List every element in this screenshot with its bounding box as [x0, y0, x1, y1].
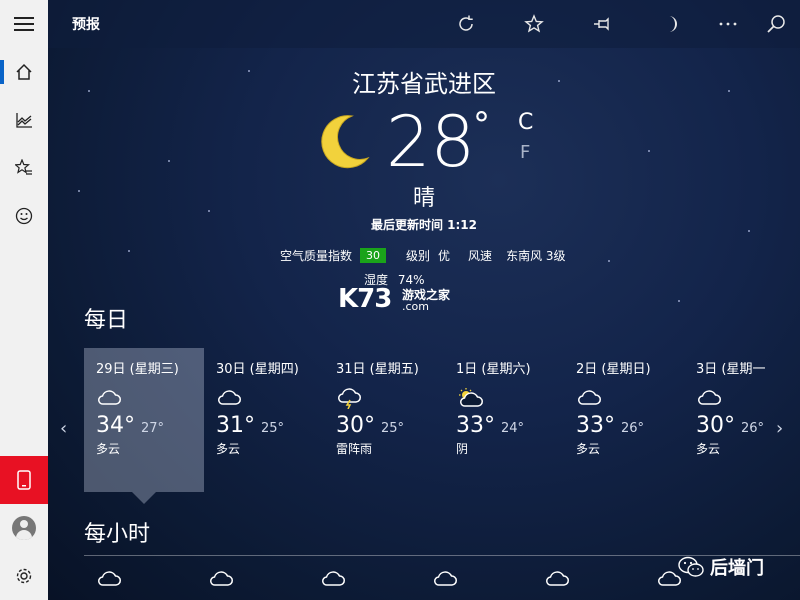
aqi-badge: 30	[360, 248, 387, 263]
sun-cloud-icon	[456, 387, 552, 409]
day-card[interactable]: 30日 (星期四) 31° 25° 多云	[204, 348, 324, 492]
day-label: 2日 (星期日)	[576, 362, 651, 377]
account-avatar[interactable]	[0, 508, 48, 548]
historical-chart-icon[interactable]	[0, 100, 48, 140]
last-updated: 最后更新时间 1:12	[370, 218, 478, 232]
daily-section-title: 每日	[84, 308, 129, 333]
day-low: 24°	[501, 421, 525, 436]
hourly-section-title: 每小时	[84, 522, 151, 547]
sidebar	[0, 0, 48, 600]
cloud-icon	[696, 387, 792, 409]
cloud-icon	[216, 387, 312, 409]
unit-fahrenheit[interactable]: F	[520, 142, 530, 163]
thunder-cloud-icon	[336, 387, 432, 410]
cloud-icon	[96, 387, 192, 409]
wind-value: 东南风 3级	[506, 249, 566, 263]
day-high: 30°	[696, 413, 735, 438]
watermark-domain: .com	[402, 300, 429, 313]
cloud-icon	[320, 568, 346, 592]
day-low: 25°	[381, 421, 405, 436]
day-label: 29日 (星期三)	[96, 362, 179, 377]
pin-icon[interactable]	[588, 10, 616, 38]
day-condition: 阴	[456, 442, 469, 456]
day-high: 34°	[96, 413, 135, 438]
unit-celsius[interactable]: C	[518, 110, 533, 135]
watermark-logo: K73	[338, 284, 392, 314]
level-label: 级别	[406, 249, 431, 263]
app-title: 预报	[72, 17, 100, 33]
humidity-value: 74%	[397, 273, 425, 287]
selected-day-pointer	[132, 492, 156, 504]
day-low: 26°	[621, 421, 645, 436]
wechat-icon	[678, 556, 704, 577]
day-label: 1日 (星期六)	[456, 362, 531, 377]
degree-symbol: °	[473, 105, 490, 145]
favorites-icon[interactable]	[0, 148, 48, 188]
day-condition: 多云	[576, 442, 601, 456]
search-icon[interactable]	[762, 10, 790, 38]
day-label: 30日 (星期四)	[216, 362, 299, 377]
more-icon[interactable]	[714, 10, 742, 38]
prev-day-button[interactable]: ‹	[60, 418, 67, 439]
air-quality-row: 空气质量指数 30 级别 优 风速 东南风 3级	[280, 247, 566, 264]
wind-label: 风速	[468, 249, 493, 263]
day-low: 25°	[261, 421, 285, 436]
night-mode-icon[interactable]	[656, 10, 684, 38]
day-label: 31日 (星期五)	[336, 362, 419, 377]
toolbar: 预报	[48, 0, 800, 48]
wechat-overlay: 后墙门	[678, 554, 764, 580]
day-condition: 多云	[216, 442, 241, 456]
day-label: 3日 (星期一	[696, 362, 766, 377]
day-low: 27°	[141, 421, 165, 436]
wechat-label: 后墙门	[710, 558, 764, 579]
day-high: 33°	[576, 413, 615, 438]
day-card[interactable]: 1日 (星期六) 33° 24° 阴	[444, 348, 564, 492]
day-card[interactable]: 31日 (星期五) 30° 25° 雷阵雨	[324, 348, 444, 492]
day-card[interactable]: 2日 (星期日) 33° 26° 多云	[564, 348, 684, 492]
cloud-icon	[96, 568, 122, 592]
cloud-icon	[576, 387, 672, 409]
aqi-label: 空气质量指数	[280, 249, 353, 263]
day-high: 30°	[336, 413, 375, 438]
daily-forecast-list: 29日 (星期三) 34° 27° 多云 30日 (星期四) 31° 25° 多云 31日 (星…	[84, 348, 784, 498]
cloud-icon	[544, 568, 570, 592]
current-condition: 晴	[412, 186, 435, 211]
cloud-icon	[208, 568, 234, 592]
day-high: 33°	[456, 413, 495, 438]
favorite-star-icon[interactable]	[520, 10, 548, 38]
device-icon[interactable]	[0, 456, 48, 504]
home-icon[interactable]	[0, 52, 48, 92]
level-value: 优	[438, 249, 451, 263]
refresh-icon[interactable]	[452, 10, 480, 38]
day-high: 31°	[216, 413, 255, 438]
day-card[interactable]: 3日 (星期一 30° 26° 多云	[684, 348, 800, 492]
moon-icon	[321, 115, 370, 169]
day-condition: 多云	[696, 442, 721, 456]
cloud-icon	[432, 568, 458, 592]
k73-watermark: K73 游戏之家 .com	[338, 284, 450, 314]
forecast-view: 预报 江苏省武进区 28 ° C F 晴 最后更新时间 1:12 空气质量指数 …	[48, 0, 800, 600]
avatar	[12, 516, 36, 540]
day-condition: 多云	[96, 442, 121, 456]
day-low: 26°	[741, 421, 765, 436]
day-card[interactable]: 29日 (星期三) 34° 27° 多云	[84, 348, 204, 492]
life-icon[interactable]	[0, 196, 48, 236]
location-title: 江苏省武进区	[352, 70, 496, 98]
day-condition: 雷阵雨	[336, 442, 373, 456]
current-temperature: 28	[386, 101, 476, 183]
menu-icon[interactable]	[0, 4, 48, 44]
settings-icon[interactable]	[0, 556, 48, 596]
